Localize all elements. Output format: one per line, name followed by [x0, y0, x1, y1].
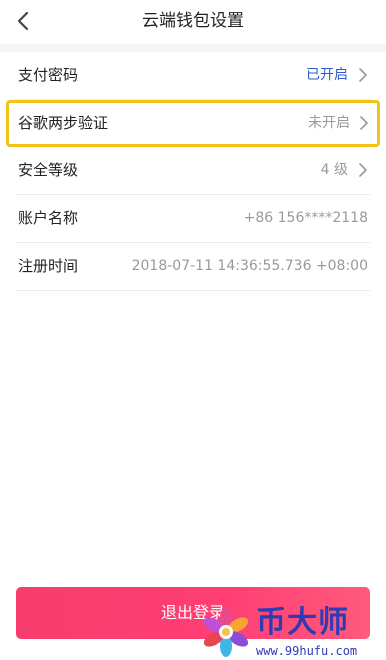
security-level-value: 4 级 — [320, 162, 348, 178]
register-time-row: 注册时间 2018-07-11 14:36:55.736 +08:00 — [16, 243, 370, 291]
navigation-bar: 云端钱包设置 — [0, 0, 386, 44]
register-time-label: 注册时间 — [18, 257, 79, 275]
logout-button[interactable]: 退出登录 — [16, 587, 370, 639]
account-name-row: 账户名称 +86 156****2118 — [16, 195, 370, 243]
account-name-label: 账户名称 — [18, 209, 79, 227]
payment-password-label: 支付密码 — [18, 66, 79, 84]
payment-password-row[interactable]: 支付密码 已开启 — [16, 52, 370, 100]
section-divider — [0, 44, 386, 52]
chevron-right-icon — [359, 68, 367, 82]
chevron-right-icon — [360, 116, 368, 130]
register-time-value: 2018-07-11 14:36:55.736 +08:00 — [131, 258, 368, 274]
watermark-url: www.99hufu.com — [256, 644, 358, 658]
page-title: 云端钱包设置 — [142, 11, 244, 31]
security-level-label: 安全等级 — [18, 161, 79, 179]
google-2fa-row[interactable]: 谷歌两步验证 未开启 — [6, 100, 380, 147]
payment-password-status: 已开启 — [306, 67, 348, 83]
account-name-value: +86 156****2118 — [243, 210, 368, 226]
settings-list: 支付密码 已开启 谷歌两步验证 未开启 安全等级 4 级 账户名称 +86 15… — [0, 52, 386, 291]
google-2fa-status: 未开启 — [308, 115, 350, 131]
security-level-row[interactable]: 安全等级 4 级 — [16, 147, 370, 195]
google-2fa-label: 谷歌两步验证 — [18, 114, 109, 132]
wallet-settings-screen: 云端钱包设置 支付密码 已开启 谷歌两步验证 未开启 安全等级 4 级 账户名称… — [0, 0, 386, 660]
chevron-right-icon — [359, 163, 367, 177]
